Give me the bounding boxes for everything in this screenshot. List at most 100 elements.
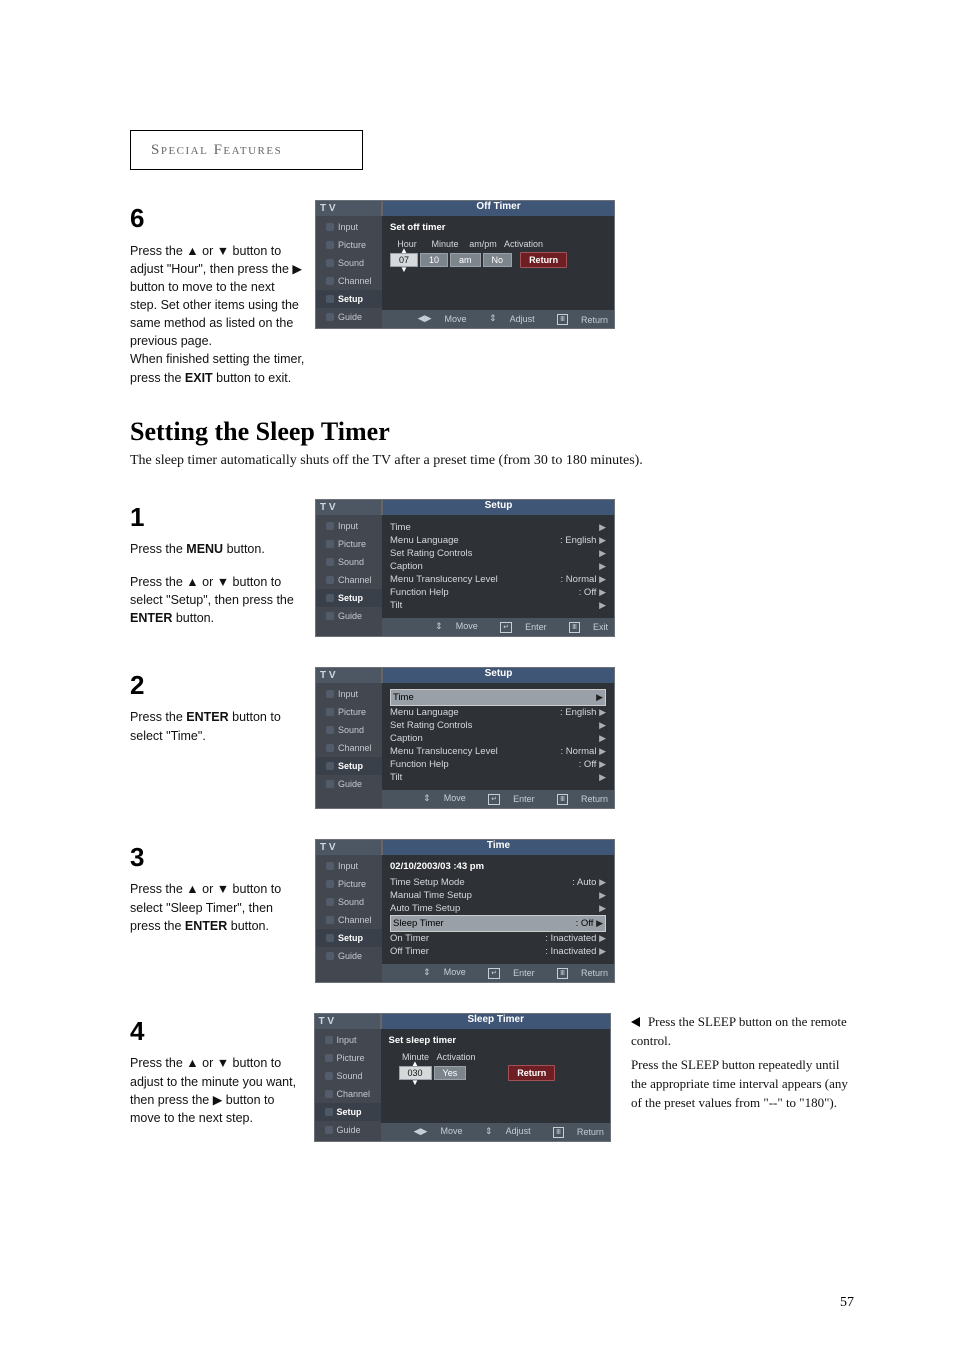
step-6-text: 6 Press the ▲ or ▼ button to adjust "Hou… — [130, 200, 305, 387]
step3-a-end: button. — [227, 919, 269, 933]
osd-sleep-subhead: Set sleep timer — [389, 1035, 602, 1046]
foot-exit: Ⅲ Exit — [559, 622, 608, 633]
setup-item-funhelp: Function Help: Off ▶ — [390, 586, 606, 599]
step1-b: Press the ▲ or ▼ button to select "Setup… — [130, 575, 294, 607]
foot-return: Ⅲ Return — [547, 794, 608, 805]
osd-title-time: Time — [382, 840, 614, 855]
setup-item-tilt: Tilt▶ — [390, 771, 606, 784]
setup-item-tilt: Tilt▶ — [390, 599, 606, 612]
time-item-manual: Manual Time Setup▶ — [390, 889, 606, 902]
osd-tv-label: T V — [316, 201, 382, 216]
osd-menu-guide: Guide — [316, 607, 382, 625]
osd-menu-channel: Channel — [316, 571, 382, 589]
time-item-mode: Time Setup Mode: Auto ▶ — [390, 876, 606, 889]
field-ampm[interactable]: am — [450, 253, 481, 267]
osd-tv-label: T V — [315, 1014, 381, 1029]
section-title: Setting the Sleep Timer — [130, 417, 854, 447]
osd-menu-input: Input — [316, 685, 382, 703]
step3-a-bold: ENTER — [185, 919, 227, 933]
setup-item-funhelp: Function Help: Off ▶ — [390, 758, 606, 771]
time-item-sleep-hl[interactable]: Sleep Timer: Off ▶ — [390, 915, 606, 932]
osd-menu-setup: Setup — [316, 929, 382, 947]
step-6-bold: EXIT — [185, 371, 213, 385]
return-button[interactable]: Return — [520, 252, 567, 268]
field-hour[interactable]: 07▲▼ — [390, 253, 418, 267]
osd-menu-setup: Setup — [316, 757, 382, 775]
step1-b-end: button. — [172, 611, 214, 625]
osd-menu-sound: Sound — [316, 553, 382, 571]
foot-enter: ↵ Enter — [478, 968, 534, 979]
osd-menu-sound: Sound — [315, 1067, 381, 1085]
osd-menu-guide: Guide — [316, 308, 382, 326]
foot-move: ⇕ Move — [413, 793, 466, 804]
osd-menu-picture: Picture — [316, 875, 382, 893]
setup-item-caption: Caption▶ — [390, 560, 606, 573]
step-4-row: 4 Press the ▲ or ▼ button to adjust to t… — [130, 1013, 854, 1142]
step-2-row: 2 Press the ENTER button to select "Time… — [130, 667, 854, 809]
foot-move: ⇕ Move — [413, 967, 466, 978]
foot-move: ◀▶ Move — [414, 1126, 463, 1137]
label-minute: Minute — [428, 239, 462, 249]
sidenote-b: Press the SLEEP button repeatedly until … — [631, 1056, 854, 1113]
step-2-text: 2 Press the ENTER button to select "Time… — [130, 667, 305, 745]
osd-menu-setup: Setup — [316, 589, 382, 607]
osd-title-off-timer: Off Timer — [382, 201, 614, 216]
setup-item-caption: Caption▶ — [390, 732, 606, 745]
osd-menu-input: Input — [315, 1031, 381, 1049]
osd-title-setup: Setup — [382, 500, 614, 515]
osd-menu-channel: Channel — [316, 739, 382, 757]
page-number: 57 — [840, 1295, 854, 1311]
field-minute[interactable]: 030▲▼ — [399, 1066, 432, 1080]
foot-return: Ⅲ Return — [547, 314, 608, 325]
foot-adjust: ⇕ Adjust — [479, 313, 535, 324]
osd-title-setup: Setup — [382, 668, 614, 683]
sidenote-a: Press the SLEEP button on the remote con… — [631, 1014, 847, 1048]
foot-enter: ↵ Enter — [478, 794, 534, 805]
step-1-row: 1 Press the MENU button. Press the ▲ or … — [130, 499, 854, 637]
foot-adjust: ⇕ Adjust — [475, 1126, 531, 1137]
osd-menu-picture: Picture — [316, 236, 382, 254]
osd-tv-label: T V — [316, 840, 382, 855]
step-2-number: 2 — [130, 667, 305, 705]
time-item-auto: Auto Time Setup▶ — [390, 902, 606, 915]
osd-title-sleep: Sleep Timer — [381, 1014, 610, 1029]
step-6-body-a: Press the ▲ or ▼ button to adjust "Hour"… — [130, 244, 302, 349]
osd-left-menu: T V Input Picture Sound Channel Setup Gu… — [316, 201, 382, 328]
step-1-number: 1 — [130, 499, 305, 537]
label-ampm: am/pm — [466, 239, 500, 249]
osd-menu-channel: Channel — [316, 911, 382, 929]
field-activation[interactable]: No — [483, 253, 513, 267]
osd-menu-guide: Guide — [316, 775, 382, 793]
osd-menu-picture: Picture — [315, 1049, 381, 1067]
setup-item-menulang: Menu Language: English ▶ — [390, 534, 606, 547]
step1-a-end: button. — [223, 542, 265, 556]
osd-menu-setup: Setup — [316, 290, 382, 308]
field-minute[interactable]: 10 — [420, 253, 448, 267]
osd-menu-picture: Picture — [316, 535, 382, 553]
osd-time: T V Input Picture Sound Channel Setup Gu… — [315, 839, 615, 983]
osd-menu-input: Input — [316, 857, 382, 875]
step1-b-bold: ENTER — [130, 611, 172, 625]
time-item-on: On Timer: Inactivated ▶ — [390, 932, 606, 945]
step1-a: Press the — [130, 542, 186, 556]
setup-item-transl: Menu Translucency Level: Normal ▶ — [390, 573, 606, 586]
foot-move: ⇕ Move — [425, 621, 478, 632]
field-activation[interactable]: Yes — [434, 1066, 467, 1080]
osd-off-timer: T V Input Picture Sound Channel Setup Gu… — [315, 200, 615, 329]
triangle-left-icon — [631, 1017, 640, 1027]
setup-item-time-hl[interactable]: Time▶ — [390, 689, 606, 706]
return-button[interactable]: Return — [508, 1065, 555, 1081]
section-subtitle: The sleep timer automatically shuts off … — [130, 453, 854, 469]
sidenote: Press the SLEEP button on the remote con… — [631, 1013, 854, 1113]
section-header: Special Features — [151, 142, 282, 158]
osd-time-current: 02/10/2003/03 :43 pm — [390, 861, 606, 872]
step-4-text: 4 Press the ▲ or ▼ button to adjust to t… — [130, 1013, 304, 1127]
osd-subhead: Set off timer — [390, 222, 606, 233]
step2-a: Press the — [130, 710, 186, 724]
osd-menu-sound: Sound — [316, 721, 382, 739]
setup-item-rating: Set Rating Controls▶ — [390, 547, 606, 560]
step-3-text: 3 Press the ▲ or ▼ button to select "Sle… — [130, 839, 305, 935]
osd-setup-2: T V Input Picture Sound Channel Setup Gu… — [315, 667, 615, 809]
step-3-row: 3 Press the ▲ or ▼ button to select "Sle… — [130, 839, 854, 983]
step-1-text: 1 Press the MENU button. Press the ▲ or … — [130, 499, 305, 627]
